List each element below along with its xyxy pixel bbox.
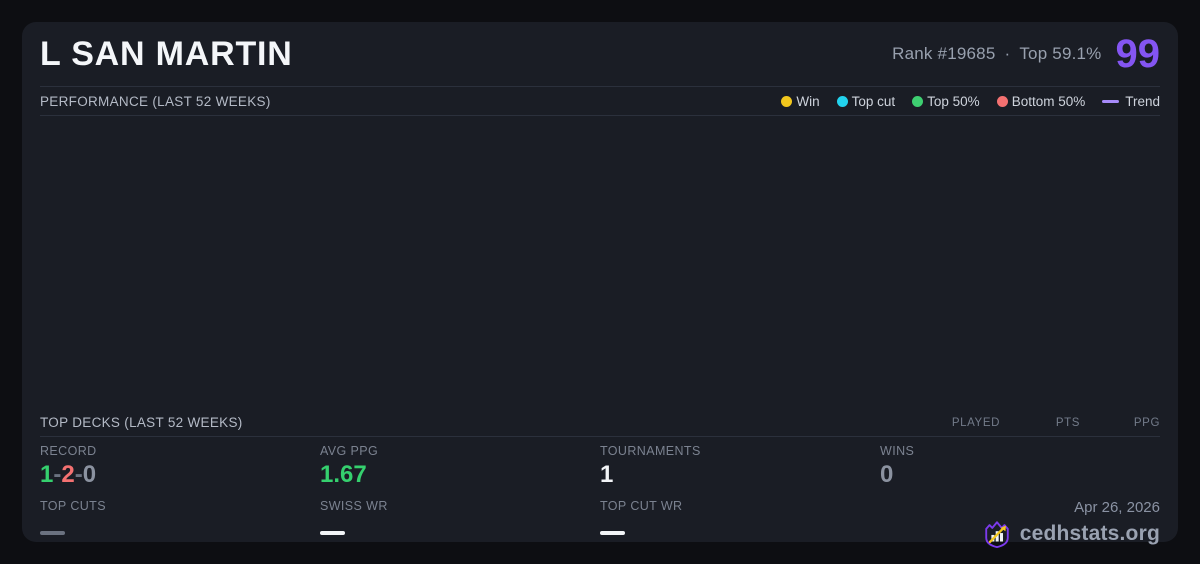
legend-item-trend: Trend [1102,94,1160,109]
record-value: 1-2-0 [40,461,320,490]
score-value: 99 [1115,32,1161,76]
record-wins: 1 [40,461,54,488]
rank-dot-separator: · [1004,44,1011,63]
column-ppg: PPG [1133,416,1160,429]
top-50-dot-icon [912,95,924,107]
legend-label: Trend [1125,93,1160,109]
top-decks-header: TOP DECKS (LAST 52 WEEKS) PLAYED PTS PPG [40,409,1160,437]
stat-swiss-wr: SWISS WR [320,499,600,549]
date-text: Apr 26, 2026 [1074,498,1160,516]
stats-grid: RECORD 1-2-0 AVG PPG 1.67 TOURNAMENTS 1 … [40,437,1160,549]
cedhstats-logo-icon [982,519,1012,549]
wins-value: 0 [880,461,894,488]
swiss-wr-empty-bar [320,530,345,535]
record-separator: - [74,461,83,488]
performance-header: PERFORMANCE (LAST 52 WEEKS) Win Top cut … [40,87,1160,116]
player-name: L SAN MARTIN [40,34,293,73]
stat-tournaments: TOURNAMENTS 1 [600,444,880,490]
player-stats-card: L SAN MARTIN Rank #19685 · Top 59.1% 99 … [22,22,1178,548]
win-dot-icon [781,95,793,107]
record-losses: 2 [61,461,75,488]
card-header: L SAN MARTIN Rank #19685 · Top 59.1% 99 [40,22,1160,87]
stat-label: SWISS WR [320,498,388,513]
brand-row: cedhstats.org [880,519,1160,549]
legend-item-top-50: Top 50% [912,94,980,109]
bottom-50-dot-icon [996,95,1008,107]
legend-label: Bottom 50% [1011,93,1086,109]
top-percent-text: Top 59.1% [1019,44,1102,63]
legend-label: Win [796,93,820,109]
stat-wins: WINS 0 [880,444,1160,490]
record-draws: 0 [82,461,97,488]
legend-item-win: Win [781,93,820,109]
top-cuts-empty-bar [40,530,65,535]
stat-label: TOP CUTS [40,498,106,513]
stat-record: RECORD 1-2-0 [40,444,320,490]
stat-top-cut-wr: TOP CUT WR [600,499,880,549]
top-decks-columns: PLAYED PTS PPG [920,417,1160,429]
column-pts: PTS [1055,416,1080,429]
stat-label: TOP CUT WR [600,498,683,513]
legend-label: Top cut [851,93,896,109]
avg-ppg-value: 1.67 [320,461,367,488]
legend-item-bottom-50: Bottom 50% [996,93,1086,109]
rank-line: Rank #19685 · Top 59.1% [892,44,1101,64]
card-footer: Apr 26, 2026 cedhstats.org [880,499,1160,549]
stat-avg-ppg: AVG PPG 1.67 [320,444,600,490]
stat-label: TOURNAMENTS [600,444,701,458]
top-decks-title: TOP DECKS (LAST 52 WEEKS) [40,415,243,430]
stat-top-cuts: TOP CUTS [40,499,320,549]
stat-label: WINS [880,444,915,458]
tournaments-value: 1 [600,461,614,488]
stat-label: AVG PPG [320,444,379,458]
trend-line-icon [1102,99,1120,103]
brand-text: cedhstats.org [1019,521,1160,545]
performance-chart [40,116,1160,409]
chart-legend: Win Top cut Top 50% Bottom 50% Trend [781,94,1160,109]
top-cut-dot-icon [836,95,848,107]
top-cut-wr-empty-bar [600,530,625,535]
legend-label: Top 50% [927,93,980,109]
legend-item-top-cut: Top cut [836,93,896,109]
column-played: PLAYED [951,416,1000,429]
performance-title: PERFORMANCE (LAST 52 WEEKS) [40,93,271,109]
rank-text: Rank #19685 [892,44,996,63]
header-rank-group: Rank #19685 · Top 59.1% 99 [892,34,1160,74]
stat-label: RECORD [40,444,97,458]
